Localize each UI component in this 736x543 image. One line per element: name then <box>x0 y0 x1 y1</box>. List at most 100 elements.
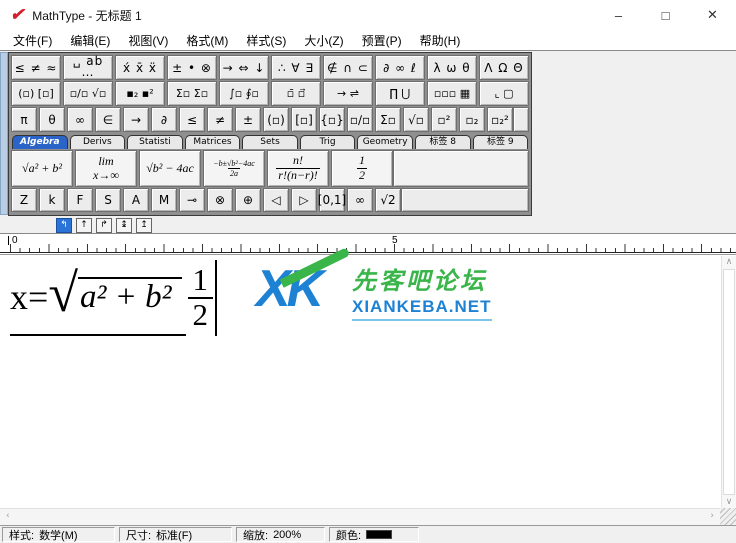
equation-canvas[interactable]: x= √ a² + b² 1 2 XK 先客吧论坛 XIANKEBA.NET ∧ <box>0 247 736 508</box>
template-palette-button[interactable]: ▪₂ ▪² <box>115 81 165 106</box>
symbol-palette-button[interactable]: → ⇔ ↓ <box>219 55 269 80</box>
small-symbol-button[interactable]: π <box>11 107 37 132</box>
palette-tab[interactable]: 标签 9 <box>472 135 529 149</box>
small-symbol-button[interactable]: ▫² <box>431 107 457 132</box>
status-size[interactable]: 尺寸: 标准(F) <box>119 527 232 542</box>
fraction: 1 2 <box>186 260 216 336</box>
symbol-palette-button[interactable]: ∂ ∞ ℓ <box>375 55 425 80</box>
small-symbol-button[interactable]: A <box>123 188 149 212</box>
template-palette-button[interactable]: ∏ ⋃ <box>375 81 425 106</box>
expression-template-button[interactable]: 1 2 <box>331 150 393 187</box>
app-icon[interactable]: ✔ <box>10 5 24 25</box>
small-symbol-button[interactable]: ∞ <box>347 188 373 212</box>
horizontal-scrollbar[interactable]: ‹ › <box>0 508 720 525</box>
symbol-palette-button[interactable]: λ ω θ <box>427 55 477 80</box>
symbol-palette-button[interactable]: Λ Ω Θ <box>479 55 529 80</box>
menu-item[interactable]: 编辑(E) <box>61 30 119 50</box>
small-symbol-button[interactable]: ⊗ <box>207 188 233 212</box>
status-style[interactable]: 样式: 数学(M) <box>2 527 115 542</box>
resize-grip[interactable] <box>720 508 736 525</box>
symbol-palette-button[interactable]: ∉ ∩ ⊂ <box>323 55 373 80</box>
small-symbol-button[interactable]: ▫∕▫ <box>347 107 373 132</box>
symbol-palette-button[interactable]: ∴ ∀ ∃ <box>271 55 321 80</box>
small-symbol-button[interactable]: ≤ <box>179 107 205 132</box>
status-color[interactable]: 颜色: <box>329 527 419 542</box>
vertical-scrollbar[interactable]: ∧ ∨ <box>721 256 736 508</box>
palette-tab[interactable]: Geometry <box>357 135 413 149</box>
menu-item[interactable]: 帮助(H) <box>411 30 470 50</box>
insertion-style-button[interactable]: ↥ <box>136 217 152 233</box>
ruler[interactable]: 0 5 <box>0 233 736 253</box>
insertion-style-button[interactable]: ↑ <box>76 217 92 233</box>
small-symbol-button[interactable]: S <box>95 188 121 212</box>
symbol-palette-button[interactable]: ≤ ≠ ≈ <box>11 55 61 80</box>
menu-item[interactable]: 样式(S) <box>237 30 295 50</box>
palette-tab[interactable]: Algebra <box>12 135 68 149</box>
menu-item[interactable]: 格式(M) <box>177 30 237 50</box>
small-symbol-button[interactable]: → <box>123 107 149 132</box>
expression-template-button[interactable]: −b±√b²−4ac 2a <box>203 150 265 187</box>
template-palette-button[interactable]: ∫▫ ∮▫ <box>219 81 269 106</box>
insertion-style-button[interactable]: ↰ <box>56 217 72 233</box>
small-symbol-button[interactable]: [0,1] <box>318 188 346 212</box>
small-symbol-button[interactable]: ≠ <box>207 107 233 132</box>
small-symbol-button[interactable]: ⊸ <box>179 188 205 212</box>
small-symbol-button[interactable]: ▫₂ <box>459 107 485 132</box>
palette-tab[interactable]: Matrices <box>184 135 241 149</box>
symbol-palette-button[interactable]: ± • ⊗ <box>167 55 217 80</box>
vertical-scroll-thumb[interactable] <box>723 269 735 495</box>
small-symbol-button[interactable]: ⊕ <box>235 188 261 212</box>
small-symbol-button[interactable]: {▫} <box>319 107 345 132</box>
small-symbol-button[interactable]: k <box>39 188 65 212</box>
menu-item[interactable]: 大小(Z) <box>295 30 352 50</box>
scroll-left-icon[interactable]: ‹ <box>6 511 10 521</box>
expression-template-button[interactable]: lim x→∞ <box>75 150 137 187</box>
template-palette-button[interactable]: ▫▫▫ ▦ <box>427 81 477 106</box>
scroll-down-icon[interactable]: ∨ <box>722 497 736 507</box>
small-symbol-button[interactable]: √2 <box>375 188 401 212</box>
template-palette-button[interactable]: (▫) [▫] <box>11 81 61 106</box>
small-symbol-button[interactable]: ± <box>235 107 261 132</box>
expression-template-button[interactable]: n! r!(n−r)! <box>267 150 329 187</box>
palette-tab[interactable]: Statisti <box>127 135 183 149</box>
minimize-button[interactable]: – <box>595 0 642 30</box>
small-symbol-button[interactable]: [▫] <box>291 107 317 132</box>
symbol-palette-button[interactable]: ␣ ab ⋯ <box>63 54 113 82</box>
small-symbol-button[interactable]: √▫ <box>403 107 429 132</box>
menu-item[interactable]: 文件(F) <box>4 30 61 50</box>
close-button[interactable]: ✕ <box>689 0 736 30</box>
small-symbol-button[interactable]: θ <box>39 107 65 132</box>
small-symbol-button[interactable]: ▫₂² <box>487 107 513 132</box>
status-zoom[interactable]: 缩放: 200% <box>236 527 325 542</box>
menu-item[interactable]: 视图(V) <box>119 30 177 50</box>
palette-tab[interactable]: Sets <box>242 135 298 149</box>
palette-tab[interactable]: Derivs <box>69 135 126 149</box>
toolbar-grip[interactable] <box>0 52 8 215</box>
scroll-up-icon[interactable]: ∧ <box>722 257 736 267</box>
template-palette-button[interactable]: ▫/▫ √▫ <box>63 81 113 106</box>
insertion-style-button[interactable]: ↨ <box>116 217 132 233</box>
maximize-button[interactable]: □ <box>642 0 689 30</box>
palette-tab[interactable]: Trig <box>299 135 356 149</box>
insertion-style-button[interactable]: ↱ <box>96 217 112 233</box>
template-palette-button[interactable]: Σ▫ Σ▫ <box>167 81 217 106</box>
small-symbol-button[interactable]: ∈ <box>95 107 121 132</box>
expression-template-button[interactable]: √a² + b² <box>11 150 73 187</box>
small-symbol-button[interactable]: ∂ <box>151 107 177 132</box>
small-symbol-button[interactable]: ∞ <box>67 107 93 132</box>
small-symbol-button[interactable]: ◁ <box>263 188 289 212</box>
template-palette-button[interactable]: → ⇌ <box>323 81 373 106</box>
symbol-palette-button[interactable]: x́ x̄ ẍ <box>115 55 165 80</box>
expression-template-button[interactable]: √b² − 4ac <box>139 150 201 187</box>
scroll-right-icon[interactable]: › <box>710 511 714 521</box>
small-symbol-button[interactable]: (▫) <box>263 107 289 132</box>
template-palette-button[interactable]: ▫̄ ▫⃗ <box>271 81 321 106</box>
menu-item[interactable]: 预置(P) <box>353 30 411 50</box>
small-symbol-button[interactable]: F <box>67 188 93 212</box>
template-palette-button[interactable]: ⌞ ▢ <box>479 81 529 106</box>
small-symbol-button[interactable]: ▷ <box>291 188 317 212</box>
small-symbol-button[interactable]: M <box>151 188 177 212</box>
palette-tab[interactable]: 标签 8 <box>414 135 471 149</box>
small-symbol-button[interactable]: Z <box>11 188 37 212</box>
small-symbol-button[interactable]: Σ▫ <box>375 107 401 132</box>
